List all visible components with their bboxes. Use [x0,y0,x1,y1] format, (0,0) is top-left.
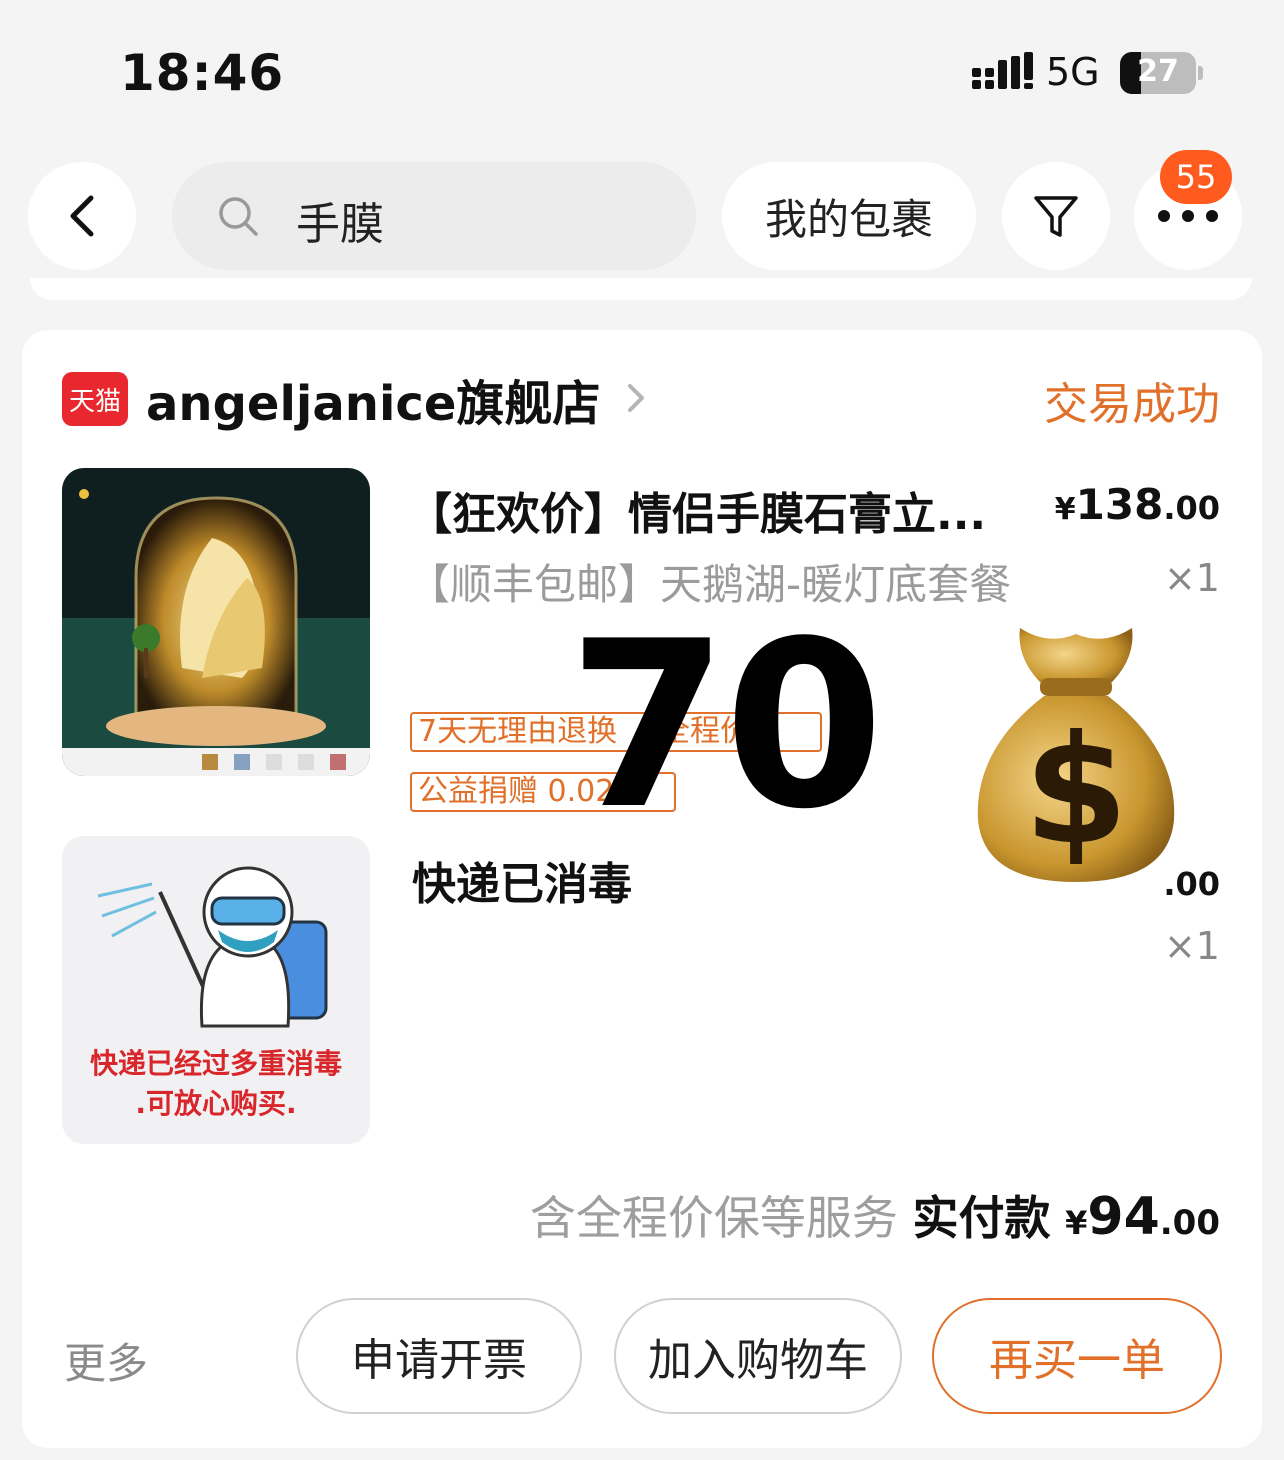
product-image-hand-cast[interactable] [62,468,370,776]
money-bag-icon: $ [977,628,1175,882]
previous-card-edge [30,278,1252,300]
network-type: 5G [1046,50,1100,94]
item1-price-dec: .00 [1163,489,1220,527]
request-invoice-button[interactable]: 申请开票 [296,1298,582,1414]
search-bar[interactable]: 手膜 [172,162,696,270]
filter-button[interactable] [1002,162,1110,270]
image-caption: 快递已经过多重消毒 .可放心购买. [62,1044,370,1124]
item1-name[interactable]: 【狂欢价】情侣手膜石膏立... [408,478,1008,542]
order-status: 交易成功 [1044,379,1220,430]
more-dots-icon [1158,210,1218,222]
image-caption-line1: 快递已经过多重消毒 [89,1047,342,1080]
add-to-cart-button[interactable]: 加入购物车 [614,1298,902,1414]
order-total: 含全程价保等服务 实付款 ¥94.00 [530,1182,1220,1248]
buy-again-button[interactable]: 再买一单 [932,1298,1222,1414]
chevron-left-icon [70,195,94,237]
back-button[interactable] [28,162,136,270]
battery-icon: 27 [1120,52,1196,94]
signal-icon [972,52,1033,89]
product-image-disinfected[interactable]: 快递已经过多重消毒 .可放心购买. [62,836,370,1144]
chevron-right-icon [628,384,644,412]
total-symbol: ¥ [1065,1204,1088,1242]
notification-badge: 55 [1160,150,1232,204]
battery-level: 27 [1137,54,1179,89]
image-caption-line2: .可放心购买. [135,1087,297,1120]
search-query: 手膜 [296,199,384,250]
tmall-logo: 天猫 [62,372,128,426]
item2-qty: ×1 [1163,924,1220,968]
svg-text:$: $ [1024,704,1128,878]
status-time: 18:46 [120,44,285,102]
disinfect-worker-illustration [97,866,328,1028]
item1-price: ¥138.00 [1055,480,1220,529]
my-packages-button[interactable]: 我的包裹 [722,162,976,270]
search-icon [219,197,258,236]
total-dec: .00 [1159,1203,1220,1243]
total-int: 94 [1087,1187,1160,1247]
total-label: 实付款 [912,1191,1051,1245]
battery-tip [1198,66,1203,80]
shop-name[interactable]: angeljanice旗舰店 [146,364,600,434]
more-actions-link[interactable]: 更多 [64,1330,148,1391]
overlay-number: 70 [568,593,884,860]
item1-qty: ×1 [1163,556,1220,600]
status-bar: 18:46 5G 27 [0,0,1284,140]
item1-price-symbol: ¥ [1054,492,1076,527]
total-note: 含全程价保等服务 [529,1191,898,1245]
filter-icon [1034,196,1078,237]
item1-price-int: 138 [1075,480,1164,529]
order-card[interactable]: 天猫 angeljanice旗舰店 交易成功 【狂欢价】情侣手膜石膏立... ¥… [22,330,1262,1448]
